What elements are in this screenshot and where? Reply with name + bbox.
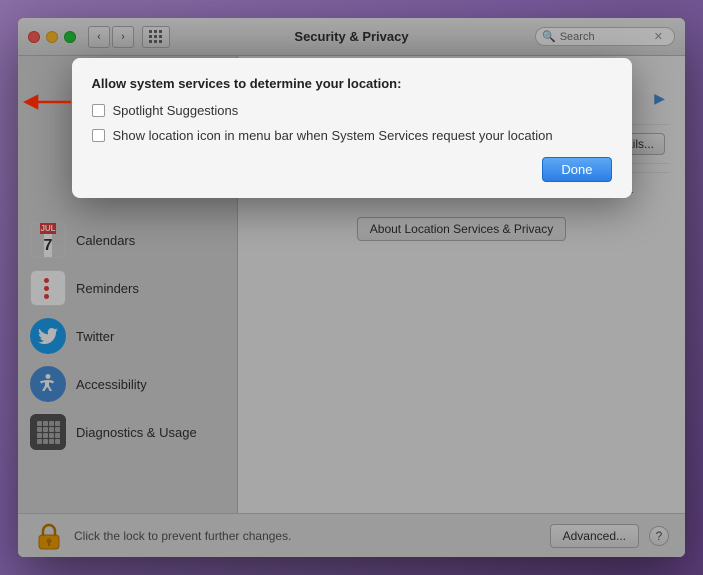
popup-overlay: Allow system services to determine your …	[18, 18, 685, 557]
location-icon-label: Show location icon in menu bar when Syst…	[113, 128, 553, 143]
spotlight-suggestions-label: Spotlight Suggestions	[113, 103, 239, 118]
main-window: ‹ › Security & Privacy 🔍 ✕ JUL	[18, 18, 685, 557]
red-arrow-icon	[22, 90, 77, 114]
done-button[interactable]: Done	[542, 157, 611, 182]
popup-checkbox-row-1: Spotlight Suggestions	[92, 103, 612, 118]
popup-dialog: Allow system services to determine your …	[72, 58, 632, 198]
popup-done-row: Done	[92, 157, 612, 182]
spotlight-suggestions-checkbox[interactable]	[92, 104, 105, 117]
popup-title: Allow system services to determine your …	[92, 76, 612, 91]
popup-checkbox-row-2: Show location icon in menu bar when Syst…	[92, 128, 612, 143]
location-icon-checkbox[interactable]	[92, 129, 105, 142]
